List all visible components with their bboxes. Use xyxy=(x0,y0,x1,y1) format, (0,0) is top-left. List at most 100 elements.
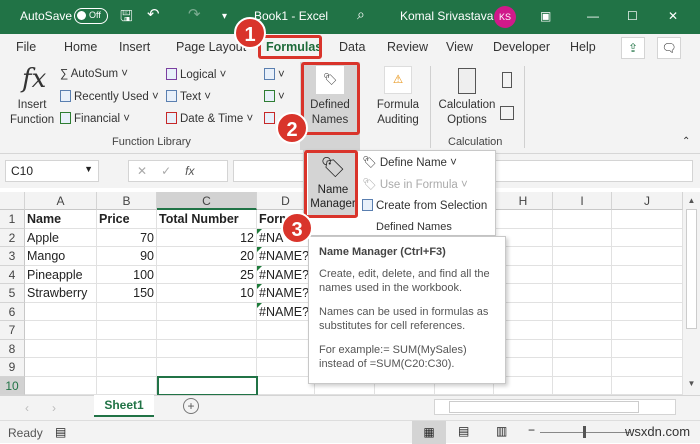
sheet-tab-sheet1[interactable]: Sheet1 xyxy=(94,395,154,417)
row-header[interactable]: 6 xyxy=(0,302,25,321)
calculate-now-icon[interactable] xyxy=(502,72,512,88)
select-all[interactable] xyxy=(0,192,25,210)
ribbon-display-icon[interactable]: ▣ xyxy=(540,9,551,23)
insert-function-button[interactable]: Insert Function xyxy=(10,98,54,128)
minimize-icon[interactable]: — xyxy=(587,9,599,23)
table-cell[interactable]: #NAME? xyxy=(259,284,312,302)
autosave-toggle[interactable]: Off xyxy=(74,8,108,24)
maximize-icon[interactable]: ☐ xyxy=(627,9,638,23)
tab-home[interactable]: Home xyxy=(64,40,97,54)
lookup-reference-button[interactable]: ˅ xyxy=(264,68,285,81)
table-cell[interactable]: #NAME? xyxy=(259,247,312,265)
table-cell[interactable] xyxy=(99,303,154,321)
redo-icon[interactable]: ↷ xyxy=(188,5,201,23)
row-header[interactable]: 9 xyxy=(0,358,25,377)
enter-icon[interactable]: ✓ xyxy=(161,164,185,178)
zoom-slider-thumb[interactable] xyxy=(583,426,586,438)
logical-button[interactable]: Logical ˅ xyxy=(166,68,226,81)
page-layout-view-icon[interactable]: ▤ xyxy=(458,424,469,438)
define-name-button[interactable]: 🏷 Define Name ˅ xyxy=(362,155,457,169)
recently-used-button[interactable]: Recently Used ˅ xyxy=(60,90,159,103)
table-cell[interactable]: 100 xyxy=(99,266,154,284)
row-header[interactable]: 3 xyxy=(0,247,25,266)
tab-insert[interactable]: Insert xyxy=(119,40,150,54)
header-cell[interactable]: Total Number xyxy=(159,210,239,228)
next-sheet-icon[interactable]: › xyxy=(52,401,56,415)
table-cell[interactable]: 150 xyxy=(99,284,154,302)
tab-view[interactable]: View xyxy=(446,40,473,54)
name-box[interactable]: C10 ▼ xyxy=(5,160,99,182)
cancel-icon[interactable]: ✕ xyxy=(137,164,161,178)
add-sheet-icon[interactable]: + xyxy=(183,398,199,414)
status-ready: Ready xyxy=(8,426,43,440)
row-header[interactable]: 4 xyxy=(0,265,25,284)
tab-developer[interactable]: Developer xyxy=(493,40,550,54)
macro-record-icon[interactable]: ▤ xyxy=(55,425,66,439)
search-icon[interactable]: ⌕ xyxy=(357,6,365,23)
horizontal-scrollbar[interactable] xyxy=(434,399,676,415)
table-cell[interactable]: 70 xyxy=(99,229,154,247)
share-icon[interactable]: ⇪ xyxy=(621,37,645,59)
prev-sheet-icon[interactable]: ‹ xyxy=(25,401,29,415)
row-header[interactable]: 2 xyxy=(0,228,25,247)
page-break-view-icon[interactable]: ▥ xyxy=(496,424,507,438)
row-header[interactable]: 8 xyxy=(0,339,25,358)
table-cell[interactable]: Apple xyxy=(27,229,94,247)
table-cell[interactable]: #NAME? xyxy=(259,266,312,284)
use-in-formula-button[interactable]: 🏷 Use in Formula ˅ xyxy=(362,177,468,191)
row-header[interactable]: 1 xyxy=(0,210,25,229)
label: Formula xyxy=(376,99,420,111)
close-icon[interactable]: ✕ xyxy=(668,9,678,23)
column-header[interactable]: H xyxy=(494,192,553,210)
avatar[interactable]: KS xyxy=(494,6,516,28)
table-cell[interactable]: #NAME? xyxy=(259,303,312,321)
date-time-button[interactable]: Date & Time ˅ xyxy=(166,112,253,125)
row-header[interactable]: 10 xyxy=(0,376,25,395)
vertical-scrollbar[interactable]: ▲ ▼ xyxy=(683,192,700,395)
collapse-ribbon-icon[interactable]: ⌃ xyxy=(682,136,690,147)
annotation-box-defined-names xyxy=(301,62,360,135)
insert-function-icon[interactable]: fx xyxy=(185,164,194,178)
scroll-thumb[interactable] xyxy=(686,209,697,329)
tab-file[interactable]: File xyxy=(16,40,36,54)
calculate-sheet-icon[interactable] xyxy=(500,106,514,120)
normal-view-icon[interactable]: ▦ xyxy=(412,421,446,444)
tab-data[interactable]: Data xyxy=(339,40,365,54)
comments-icon[interactable]: 🗨 xyxy=(657,37,681,59)
autosum-button[interactable]: ∑ AutoSum ˅ xyxy=(60,68,128,80)
math-trig-button[interactable]: ˅ xyxy=(264,90,285,103)
row-header[interactable]: 5 xyxy=(0,284,25,303)
column-header[interactable]: B xyxy=(97,192,157,210)
row-header[interactable]: 7 xyxy=(0,321,25,340)
column-header[interactable]: A xyxy=(25,192,97,210)
financial-button[interactable]: Financial ˅ xyxy=(60,112,130,125)
customize-qat-icon[interactable]: ▾ xyxy=(222,11,227,22)
table-cell[interactable]: 25 xyxy=(159,266,254,284)
formula-auditing-button[interactable]: ⚠ Formula Auditing xyxy=(370,62,426,128)
save-icon[interactable]: 🖫 xyxy=(120,6,133,31)
calculation-options-button[interactable]: Calculation Options xyxy=(438,66,496,128)
header-cell[interactable]: Name xyxy=(27,210,61,228)
table-cell[interactable]: 90 xyxy=(99,247,154,265)
zoom-out-icon[interactable]: − xyxy=(528,423,535,437)
column-header[interactable]: I xyxy=(553,192,612,210)
column-header[interactable]: C xyxy=(157,192,257,210)
table-cell[interactable]: 20 xyxy=(159,247,254,265)
create-from-selection-button[interactable]: Create from Selection xyxy=(362,199,487,212)
tab-page-layout[interactable]: Page Layout xyxy=(176,40,246,54)
text-button[interactable]: Text ˅ xyxy=(166,90,211,103)
table-cell[interactable]: 10 xyxy=(159,284,254,302)
scroll-thumb[interactable] xyxy=(449,401,639,413)
selected-cell-c10[interactable] xyxy=(157,376,258,396)
table-cell[interactable]: Pineapple xyxy=(27,266,94,284)
table-cell[interactable]: Strawberry xyxy=(27,284,94,302)
tab-help[interactable]: Help xyxy=(570,40,596,54)
table-cell[interactable]: 12 xyxy=(159,229,254,247)
column-header[interactable]: J xyxy=(612,192,683,210)
table-cell[interactable] xyxy=(27,303,94,321)
table-cell[interactable] xyxy=(159,303,254,321)
header-cell[interactable]: Price xyxy=(99,210,130,228)
undo-icon[interactable]: ↶ xyxy=(147,5,160,23)
tab-review[interactable]: Review xyxy=(387,40,428,54)
table-cell[interactable]: Mango xyxy=(27,247,94,265)
